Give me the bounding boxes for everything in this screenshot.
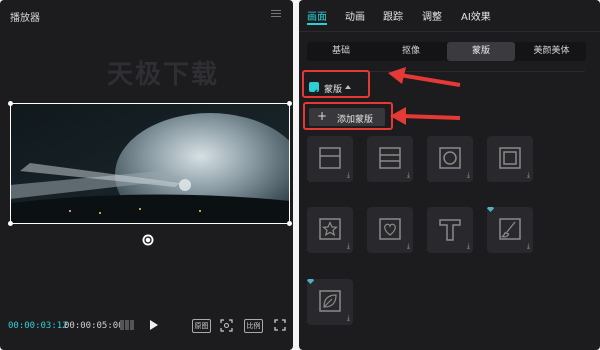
- selection-frame-bottom: [10, 223, 290, 224]
- selection-frame-left: [10, 103, 11, 224]
- subtab-cutout[interactable]: 抠像: [377, 42, 445, 61]
- download-icon: ⤓: [526, 171, 530, 179]
- line-mask-tile[interactable]: ⤓: [307, 136, 353, 182]
- download-icon: ⤓: [346, 242, 350, 250]
- heart-mask-tile[interactable]: ⤓: [367, 207, 413, 253]
- selection-frame-top: [10, 103, 290, 104]
- annotation-box-checkbox: [302, 70, 370, 98]
- subtab-mask[interactable]: 蒙版: [447, 42, 515, 61]
- properties-panel: 画面 动画 跟踪 调整 AI效果 基础 抠像 蒙版 美颜美体 蒙版 + 添加蒙版…: [299, 0, 600, 350]
- leaf-mask-tile[interactable]: ⤓: [307, 279, 353, 325]
- selection-frame-right: [289, 103, 290, 224]
- resize-handle-tr[interactable]: [287, 101, 292, 106]
- watermark: 天极下载: [107, 60, 220, 90]
- download-icon: ⤓: [466, 242, 470, 250]
- download-icon: ⤓: [406, 171, 410, 179]
- rotate-icon[interactable]: [142, 234, 154, 246]
- aspect-ratio-button[interactable]: 比例: [244, 319, 263, 333]
- fullscreen-icon[interactable]: [274, 319, 286, 331]
- resize-handle-tl[interactable]: [8, 101, 13, 106]
- resize-handle-br[interactable]: [287, 221, 292, 226]
- tab-tracking[interactable]: 跟踪: [383, 8, 403, 23]
- download-icon: ⤓: [346, 314, 350, 322]
- timeline-grid-icon[interactable]: [120, 319, 134, 331]
- video-preview[interactable]: [10, 103, 290, 224]
- download-icon: ⤓: [346, 171, 350, 179]
- brush-mask-tile[interactable]: ⤓: [487, 207, 533, 253]
- download-icon: ⤓: [466, 171, 470, 179]
- tab-picture[interactable]: 画面: [307, 8, 327, 23]
- original-ratio-button[interactable]: 原图: [192, 319, 211, 333]
- planet-scene-image: [10, 103, 290, 224]
- tabs-divider: [299, 31, 600, 32]
- download-icon: ⤓: [406, 242, 410, 250]
- current-time: 00:00:03:12: [8, 321, 68, 331]
- mirror-mask-tile[interactable]: ⤓: [367, 136, 413, 182]
- player-title: 播放器: [10, 13, 40, 24]
- circle-mask-tile[interactable]: ⤓: [427, 136, 473, 182]
- active-tab-indicator: [307, 23, 327, 25]
- menu-icon[interactable]: [271, 10, 281, 18]
- tab-adjust[interactable]: 调整: [422, 8, 442, 23]
- tab-animation[interactable]: 动画: [345, 8, 365, 23]
- resize-handle-bl[interactable]: [8, 221, 13, 226]
- fit-screen-icon[interactable]: [220, 319, 233, 332]
- rectangle-mask-tile[interactable]: ⤓: [487, 136, 533, 182]
- download-icon: ⤓: [526, 242, 530, 250]
- star-mask-tile[interactable]: ⤓: [307, 207, 353, 253]
- text-mask-tile[interactable]: ⤓: [427, 207, 473, 253]
- play-icon[interactable]: [149, 319, 159, 331]
- subtab-beauty[interactable]: 美颜美体: [517, 42, 586, 61]
- tab-ai-effects[interactable]: AI效果: [461, 8, 491, 23]
- subtab-basic[interactable]: 基础: [307, 42, 375, 61]
- picture-subtabs: 基础 抠像 蒙版 美颜美体: [307, 42, 586, 61]
- player-panel: 播放器 天极下载 00:00:03:12 00:00:05:00 原图 比例: [0, 0, 293, 350]
- annotation-arrows: [388, 67, 461, 125]
- total-time: 00:00:05:00: [64, 321, 124, 331]
